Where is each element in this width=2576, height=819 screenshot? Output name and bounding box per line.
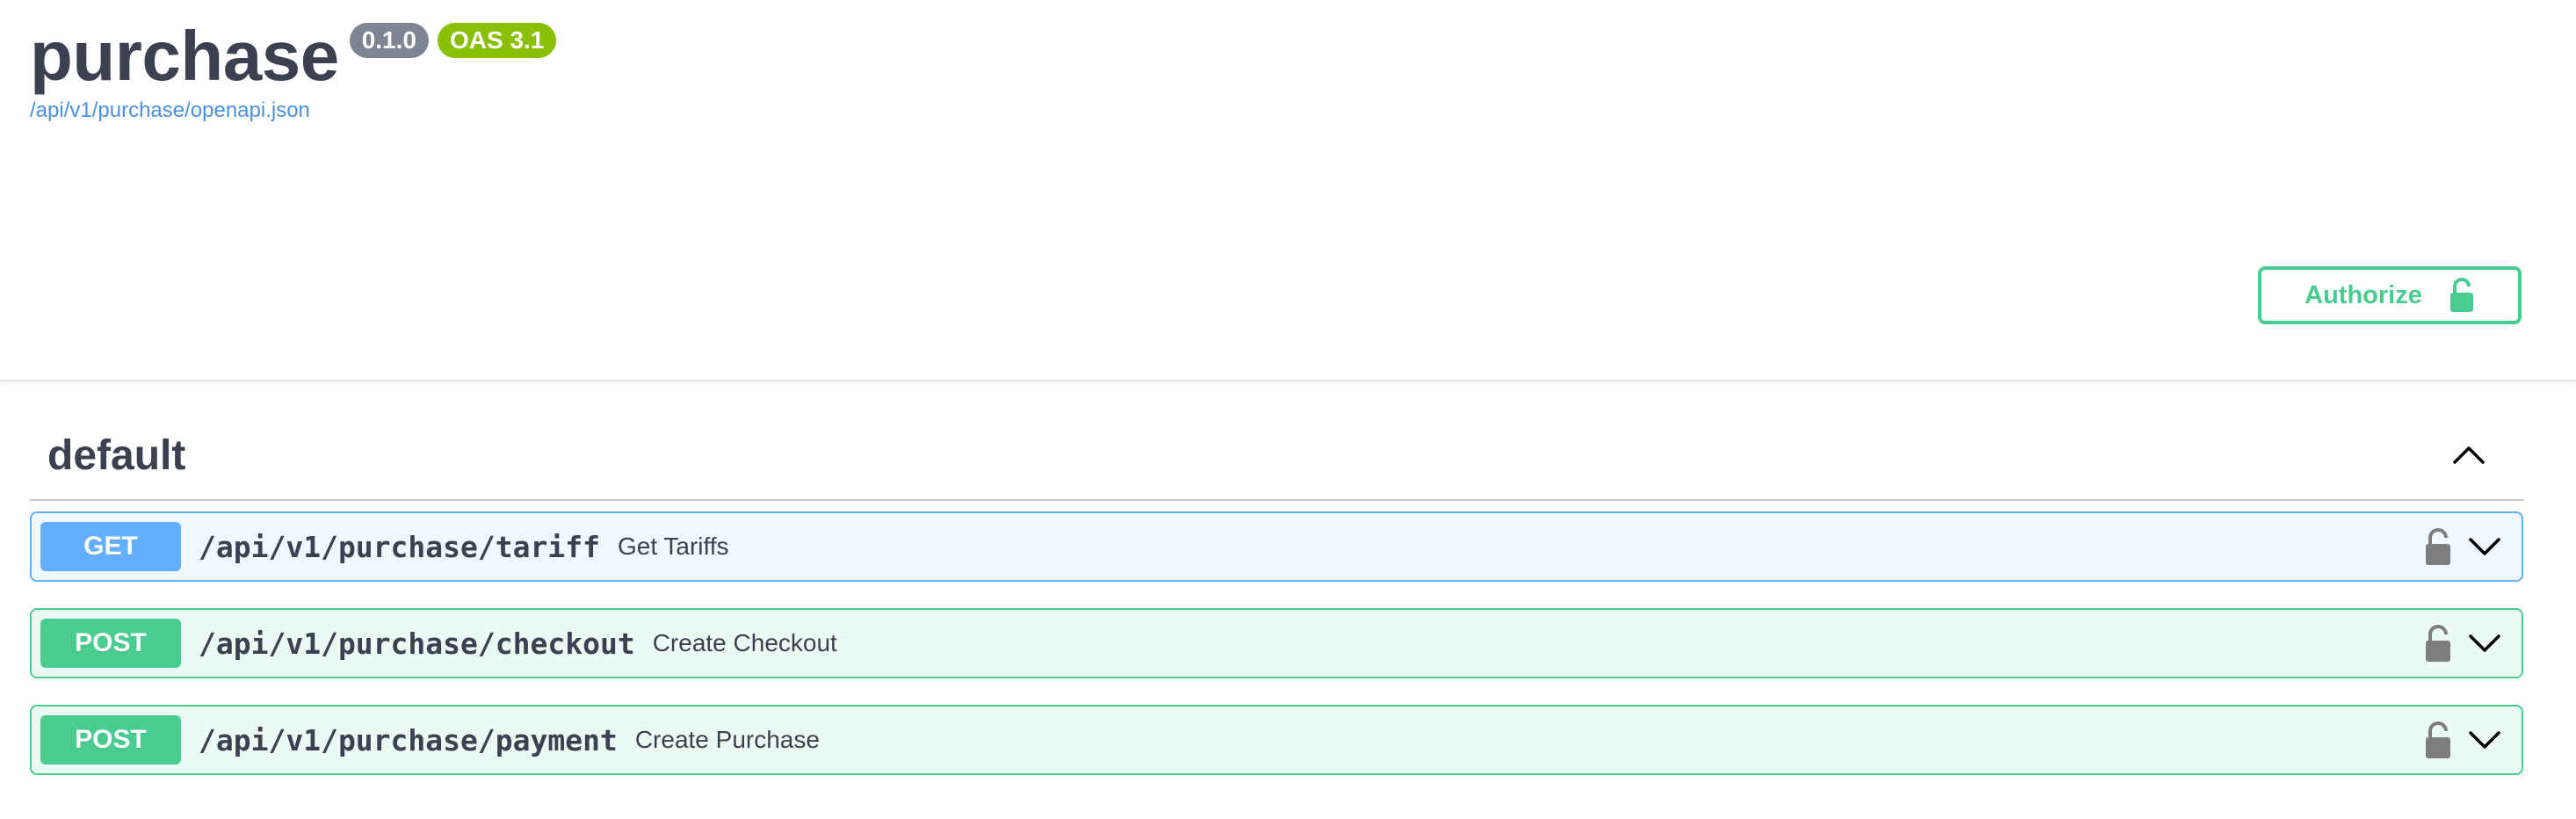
operation-row-post-payment[interactable]: POST /api/v1/purchase/payment Create Pur…	[30, 705, 2523, 775]
operation-summary: Create Purchase	[634, 726, 820, 753]
title-row: purchase 0.1.0 OAS 3.1	[30, 12, 557, 100]
operation-row-post-checkout[interactable]: POST /api/v1/purchase/checkout Create Ch…	[30, 608, 2523, 678]
chevron-down-icon[interactable]	[2467, 722, 2502, 757]
lock-icon[interactable]	[2423, 721, 2453, 759]
method-badge: POST	[40, 619, 181, 668]
chevron-down-icon[interactable]	[2467, 529, 2502, 564]
operation-summary: Get Tariffs	[617, 533, 729, 560]
info-section: purchase 0.1.0 OAS 3.1 /api/v1/purchase/…	[0, 0, 2576, 381]
operation-summary: Create Checkout	[652, 629, 837, 656]
method-badge: POST	[40, 715, 181, 765]
chevron-down-icon[interactable]	[2467, 626, 2502, 661]
operation-row-get-tariff[interactable]: GET /api/v1/purchase/tariff Get Tariffs	[30, 511, 2523, 582]
authorize-label: Authorize	[2305, 280, 2422, 309]
oas-version-badge: OAS 3.1	[437, 23, 557, 58]
operation-path: /api/v1/purchase/tariff	[199, 529, 600, 564]
openapi-spec-link[interactable]: /api/v1/purchase/openapi.json	[30, 98, 310, 123]
unlocked-lock-icon	[2449, 278, 2473, 312]
method-badge: GET	[40, 522, 181, 571]
tag-section-default[interactable]: default	[30, 411, 2523, 501]
lock-icon[interactable]	[2423, 527, 2453, 566]
version-badge: 0.1.0	[349, 23, 429, 58]
operation-path: /api/v1/purchase/checkout	[199, 626, 635, 661]
authorize-button[interactable]: Authorize	[2258, 266, 2522, 324]
tag-name: default	[47, 431, 186, 479]
api-title: purchase	[30, 17, 339, 95]
operation-path: /api/v1/purchase/payment	[199, 722, 618, 757]
lock-icon[interactable]	[2423, 624, 2453, 663]
chevron-up-icon[interactable]	[2451, 438, 2486, 473]
